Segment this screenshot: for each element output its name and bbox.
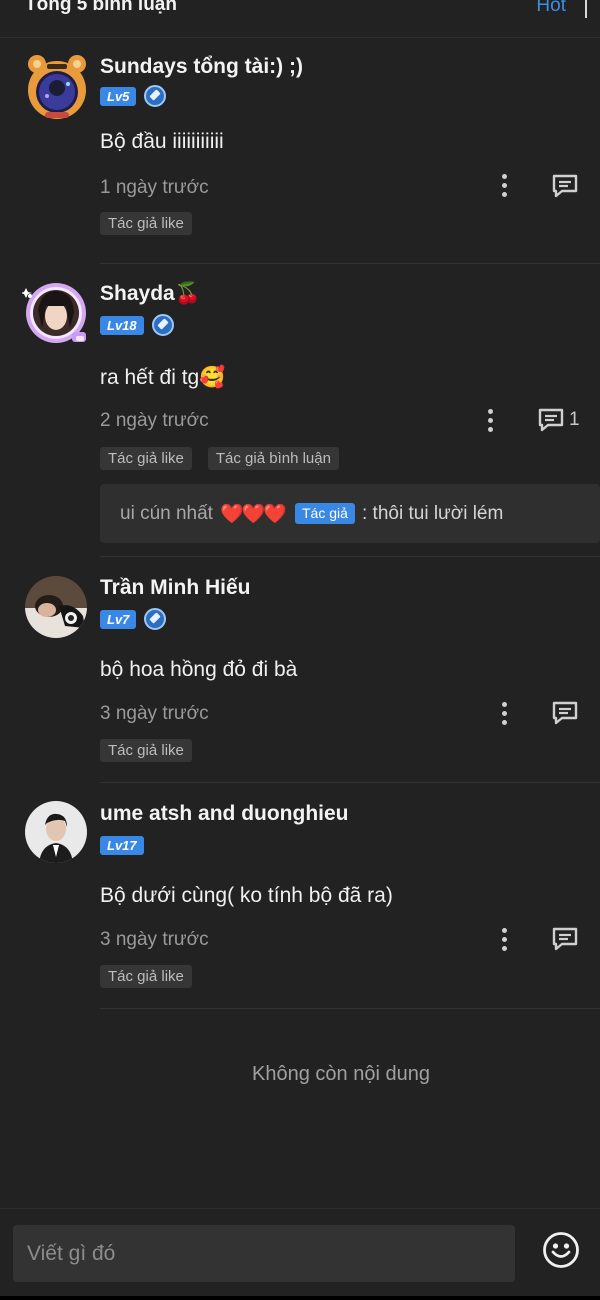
comment-icon[interactable] xyxy=(551,173,579,199)
tag-list: Tác giả like xyxy=(100,965,208,988)
header-divider xyxy=(585,0,587,18)
reply-text: : thôi tui lười lém xyxy=(362,503,504,524)
tag-author-liked: Tác giả like xyxy=(100,965,192,988)
comment-time: 3 ngày trước xyxy=(100,929,209,950)
reply-count: 1 xyxy=(569,409,580,430)
reply-username: ui cún nhất xyxy=(120,503,213,524)
comment-composer xyxy=(0,1208,600,1300)
more-vertical-icon[interactable] xyxy=(486,408,496,434)
comment-icon[interactable] xyxy=(551,926,579,952)
user-badges: Lv5 xyxy=(100,85,167,107)
comment-time: 2 ngày trước xyxy=(100,410,209,431)
no-more-content-text: Không còn nội dung xyxy=(252,1063,430,1085)
more-vertical-icon[interactable] xyxy=(500,927,510,953)
sort-hot-button[interactable]: Hot xyxy=(536,0,566,17)
more-vertical-icon[interactable] xyxy=(500,173,510,199)
divider xyxy=(100,263,600,264)
author-reply-preview[interactable]: ui cún nhất ❤️❤️❤️ Tác giả : thôi tui lư… xyxy=(100,484,600,543)
comment-icon[interactable] xyxy=(551,700,579,726)
comment-item: ume atsh and duonghieu Lv17 Bộ dưới cùng… xyxy=(0,800,600,1009)
medal-icon xyxy=(151,314,174,336)
comment-icon[interactable] xyxy=(537,407,565,433)
level-badge: Lv7 xyxy=(100,609,137,629)
level-badge: Lv5 xyxy=(100,86,137,106)
avatar[interactable] xyxy=(25,576,87,638)
user-badges: Lv17 xyxy=(100,835,152,855)
comment-time: 1 ngày trước xyxy=(100,177,209,198)
user-badges: Lv18 xyxy=(100,314,174,336)
username[interactable]: Shayda🍒 xyxy=(100,282,201,306)
avatar[interactable] xyxy=(25,54,87,119)
user-badges: Lv7 xyxy=(100,608,167,630)
avatar[interactable] xyxy=(25,801,87,863)
medal-icon xyxy=(144,85,167,107)
divider xyxy=(100,556,600,557)
comment-input[interactable] xyxy=(13,1225,515,1282)
comment-item: Sundays tổng tài:) ;) Lv5 Bộ đầu iiiiiii… xyxy=(0,53,600,264)
avatar[interactable] xyxy=(22,280,90,348)
divider xyxy=(100,1008,600,1009)
comment-time: 3 ngày trước xyxy=(100,703,209,724)
tag-list: Tác giả like xyxy=(100,212,208,235)
medal-icon xyxy=(144,608,167,630)
author-badge: Tác giả xyxy=(295,503,355,524)
more-vertical-icon[interactable] xyxy=(500,701,510,727)
comment-text: Bộ dưới cùng( ko tính bộ đã ra) xyxy=(100,884,393,907)
comment-count-title: Tổng 5 bình luận xyxy=(25,0,177,15)
username[interactable]: ume atsh and duonghieu xyxy=(100,802,349,826)
divider xyxy=(100,782,600,783)
heart-emojis: ❤️❤️❤️ xyxy=(220,504,287,525)
username[interactable]: Sundays tổng tài:) ;) xyxy=(100,55,303,79)
system-nav-bar xyxy=(0,1296,600,1300)
tag-author-commented: Tác giả bình luận xyxy=(207,447,339,470)
tag-author-liked: Tác giả like xyxy=(100,739,192,762)
tag-list: Tác giả like Tác giả bình luận xyxy=(100,447,355,470)
comment-item: Trần Minh Hiếu Lv7 bộ hoa hồng đỏ đi bà … xyxy=(0,574,600,783)
username[interactable]: Trần Minh Hiếu xyxy=(100,576,251,600)
comment-text: Bộ đầu iiiiiiiiiii xyxy=(100,130,224,153)
tag-list: Tác giả like xyxy=(100,739,208,762)
tag-author-liked: Tác giả like xyxy=(100,212,192,235)
comment-text: ra hết đi tg🥰 xyxy=(100,366,226,389)
smiley-icon[interactable] xyxy=(542,1231,580,1269)
level-badge: Lv18 xyxy=(100,315,144,335)
comment-text: bộ hoa hồng đỏ đi bà xyxy=(100,658,298,681)
comments-header: Tổng 5 bình luận Hot xyxy=(0,0,600,38)
level-badge: Lv17 xyxy=(100,835,144,855)
tag-author-liked: Tác giả like xyxy=(100,447,192,470)
